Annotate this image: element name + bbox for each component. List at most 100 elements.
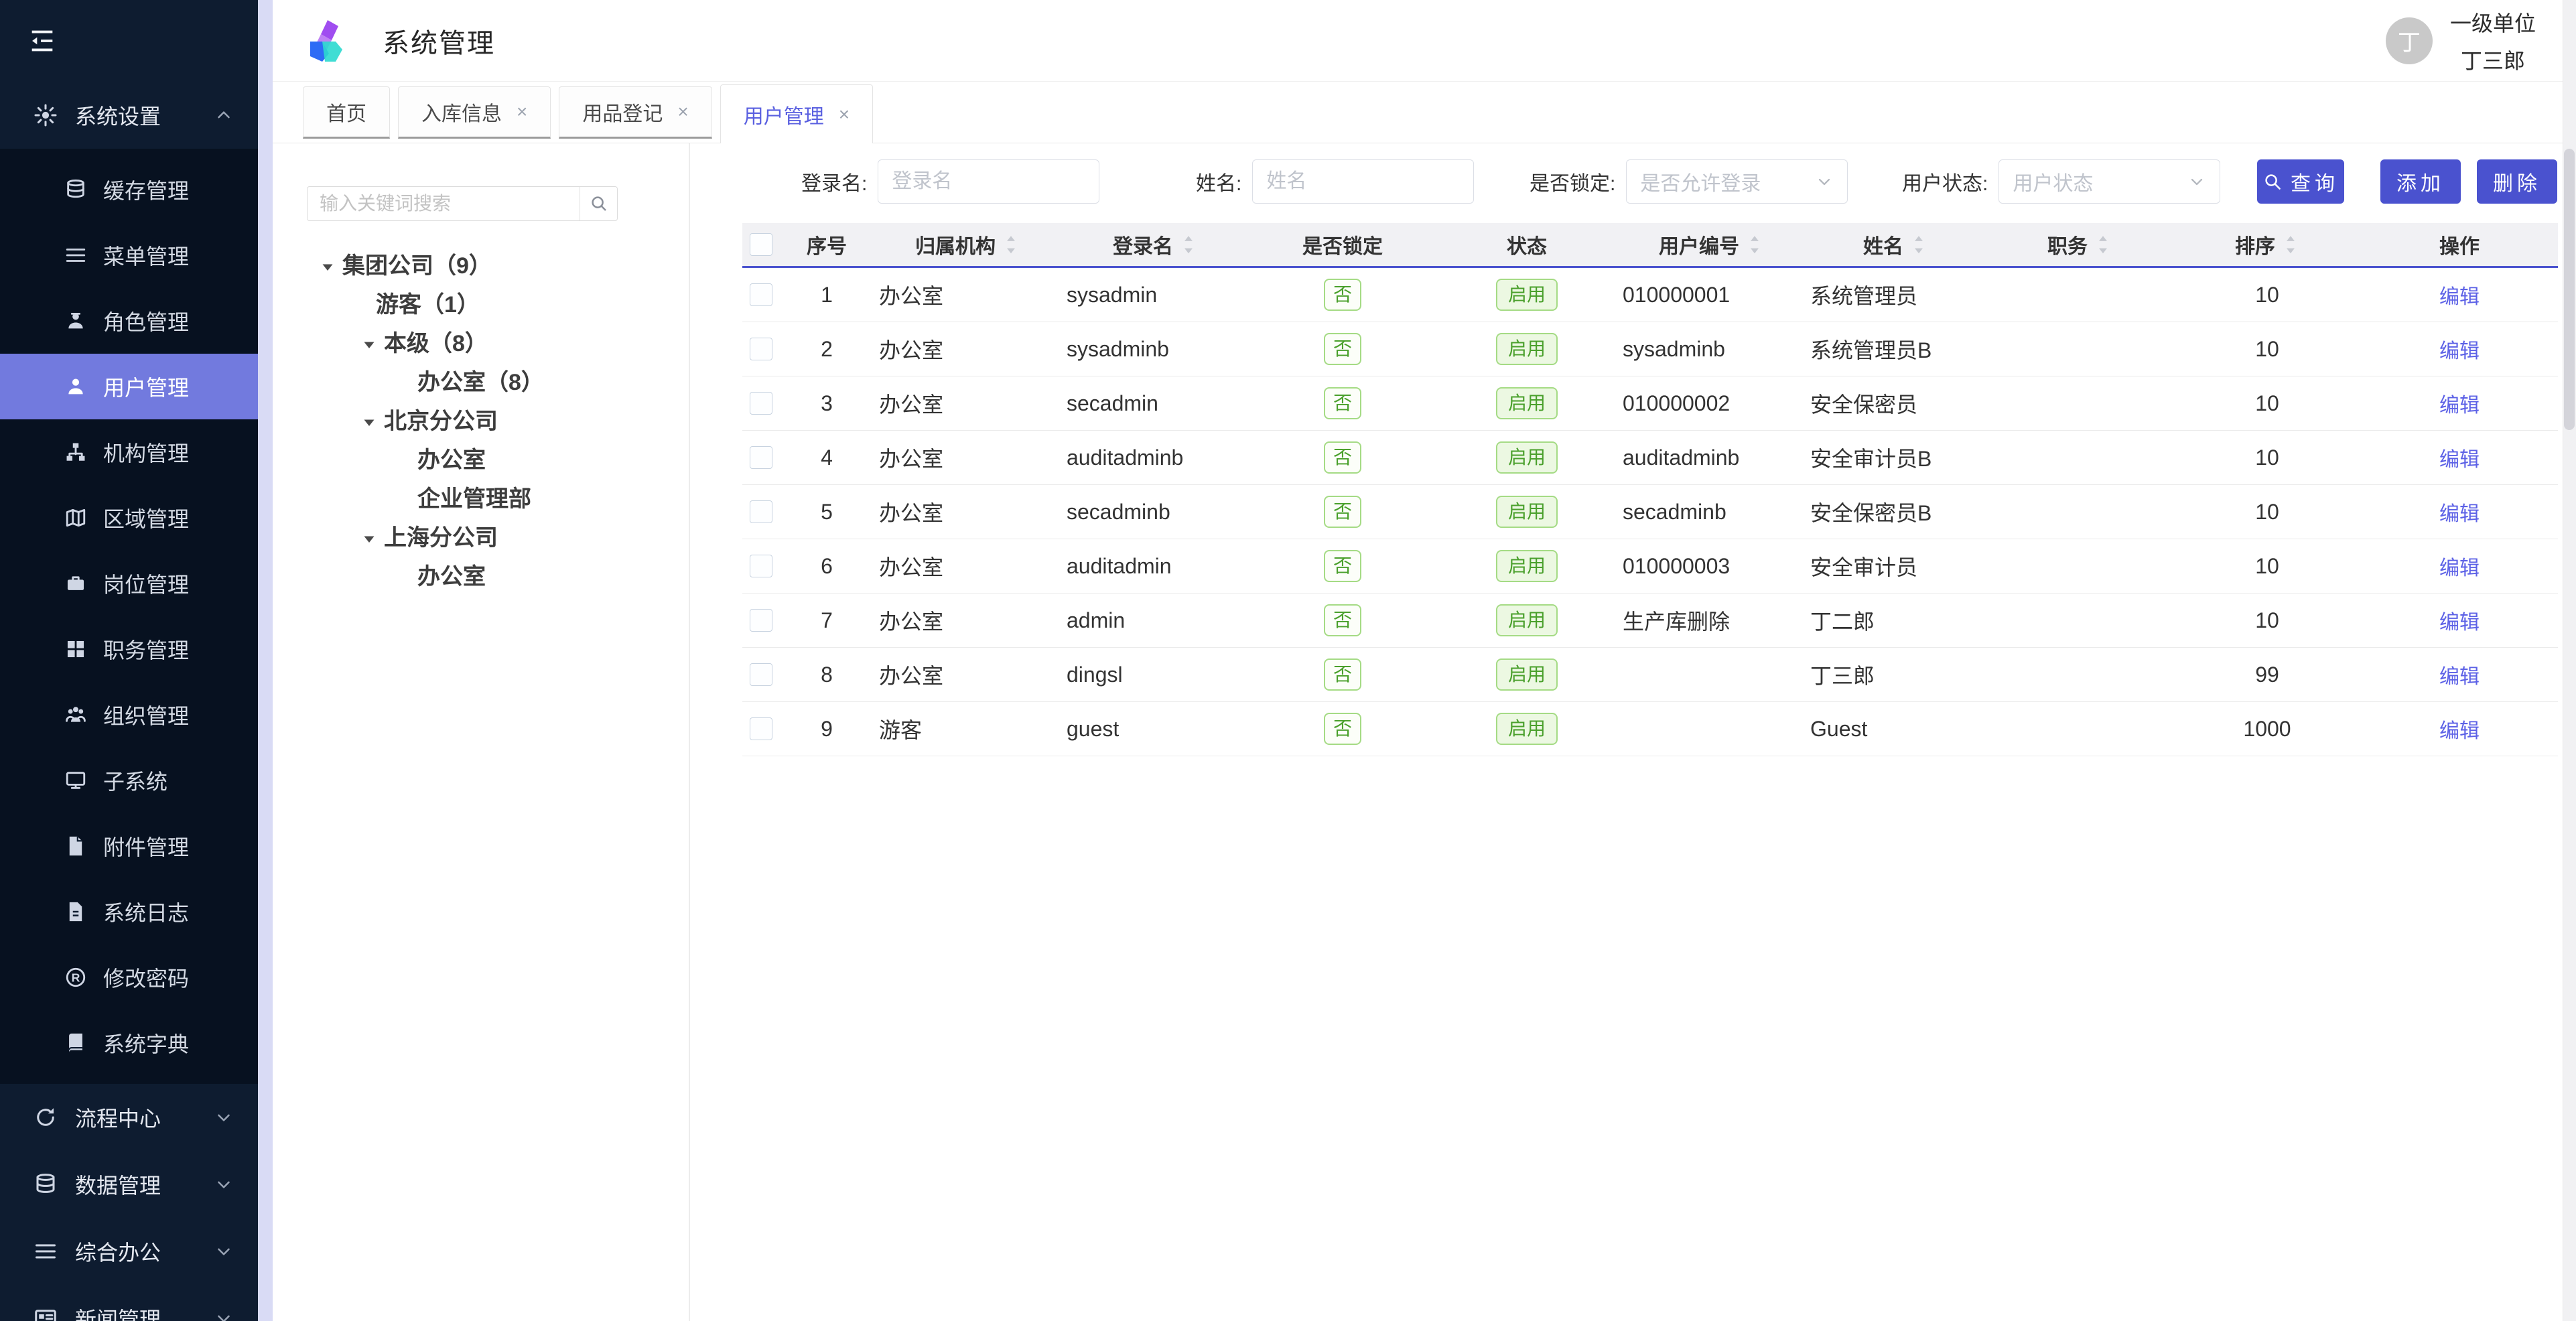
sidebar-section-数据管理[interactable]: 数据管理 <box>0 1151 258 1218</box>
tree-search-button[interactable] <box>580 187 617 220</box>
panel-divider <box>689 143 690 1321</box>
column-header-状态[interactable]: 状态 <box>1436 223 1617 266</box>
edit-link[interactable]: 编辑 <box>2439 334 2480 364</box>
column-header-排序[interactable]: 排序 <box>2173 223 2361 266</box>
sidebar-section-系统设置[interactable]: 系统设置 <box>0 82 258 149</box>
cell-action: 编辑 <box>2361 485 2558 539</box>
sidebar-item-附件管理[interactable]: 附件管理 <box>0 813 258 879</box>
sidebar-section-流程中心[interactable]: 流程中心 <box>0 1084 258 1151</box>
tree-node-集团公司（9）[interactable]: 集团公司（9） <box>273 244 688 283</box>
tab-入库信息[interactable]: 入库信息 × <box>398 86 551 139</box>
tree-node-办公室（8）[interactable]: 办公室（8） <box>273 360 688 399</box>
sidebar-item-岗位管理[interactable]: 岗位管理 <box>0 551 258 616</box>
tab-close-icon[interactable]: × <box>517 101 527 123</box>
sidebar-item-职务管理[interactable]: 职务管理 <box>0 616 258 682</box>
cell-sort: 1000 <box>2173 702 2361 756</box>
edit-link[interactable]: 编辑 <box>2439 551 2480 581</box>
column-header-职务[interactable]: 职务 <box>1986 223 2173 266</box>
cell-user_no: 010000003 <box>1617 539 1805 593</box>
filter-select-用户状态[interactable]: 用户状态 <box>1998 159 2220 204</box>
column-header-序号[interactable]: 序号 <box>780 223 874 266</box>
edit-link[interactable]: 编辑 <box>2439 280 2480 309</box>
sidebar-item-缓存管理[interactable]: 缓存管理 <box>0 157 258 222</box>
删除-button[interactable]: 删除 <box>2477 159 2557 204</box>
cell-status: 启用 <box>1436 539 1617 593</box>
column-header-用户编号[interactable]: 用户编号 <box>1617 223 1805 266</box>
column-header-归属机构[interactable]: 归属机构 <box>874 223 1061 266</box>
filter-input[interactable] <box>1266 170 1460 193</box>
row-checkbox[interactable] <box>750 283 772 306</box>
edit-link[interactable]: 编辑 <box>2439 497 2480 527</box>
添加-button[interactable]: 添加 <box>2380 159 2461 204</box>
cell-user_no: 010000002 <box>1617 376 1805 430</box>
row-checkbox[interactable] <box>750 717 772 740</box>
tab-首页[interactable]: 首页 <box>303 86 390 139</box>
sidebar-item-区域管理[interactable]: 区域管理 <box>0 485 258 551</box>
sidebar-item-用户管理[interactable]: 用户管理 <box>0 354 258 419</box>
row-checkbox[interactable] <box>750 446 772 469</box>
sidebar-item-label: 缓存管理 <box>103 174 189 205</box>
tree-node-办公室[interactable]: 办公室 <box>273 555 688 594</box>
sidebar-scrollbar[interactable] <box>258 0 273 1321</box>
column-header-是否锁定[interactable]: 是否锁定 <box>1249 223 1436 266</box>
tab-label: 入库信息 <box>421 97 502 127</box>
cell-text: Guest <box>1810 717 1867 742</box>
sidebar-item-角色管理[interactable]: 角色管理 <box>0 288 258 354</box>
row-checkbox[interactable] <box>750 663 772 686</box>
edit-link[interactable]: 编辑 <box>2439 660 2480 689</box>
sidebar-item-修改密码[interactable]: R修改密码 <box>0 945 258 1010</box>
user-info[interactable]: 丁 一级单位 丁三郎 <box>2386 7 2536 75</box>
row-checkbox[interactable] <box>750 338 772 360</box>
chevron-down-icon <box>1815 172 1834 191</box>
cell-locked: 否 <box>1249 485 1436 539</box>
sidebar-item-菜单管理[interactable]: 菜单管理 <box>0 222 258 288</box>
edit-link[interactable]: 编辑 <box>2439 443 2480 472</box>
column-header-操作[interactable]: 操作 <box>2361 223 2558 266</box>
collapse-sidebar-icon[interactable] <box>27 25 58 56</box>
select-all-checkbox[interactable] <box>750 233 772 256</box>
filter-select-是否允许登录[interactable]: 是否允许登录 <box>1626 159 1848 204</box>
tree-node-label: 上海分公司 <box>384 519 498 552</box>
cell-text: dingsl <box>1067 663 1123 687</box>
row-checkbox[interactable] <box>750 392 772 415</box>
sidebar-item-label: 角色管理 <box>103 305 189 336</box>
row-checkbox[interactable] <box>750 555 772 577</box>
sidebar-section-综合办公[interactable]: 综合办公 <box>0 1218 258 1285</box>
tab-close-icon[interactable]: × <box>677 101 688 123</box>
status-badge: 启用 <box>1496 387 1558 419</box>
column-header-姓名[interactable]: 姓名 <box>1805 223 1986 266</box>
row-checkbox[interactable] <box>750 500 772 523</box>
sidebar-item-系统日志[interactable]: 系统日志 <box>0 879 258 945</box>
chevron-down-icon <box>214 1308 234 1321</box>
row-checkbox[interactable] <box>750 609 772 632</box>
avatar[interactable]: 丁 <box>2386 17 2433 64</box>
查询-button[interactable]: 查询 <box>2257 159 2344 204</box>
edit-link[interactable]: 编辑 <box>2439 714 2480 744</box>
page-scrollbar-thumb[interactable] <box>2564 149 2575 430</box>
cell-checkbox <box>742 648 780 701</box>
tree-node-游客（1）[interactable]: 游客（1） <box>273 283 688 322</box>
page-scrollbar[interactable] <box>2563 0 2576 1321</box>
tab-用户管理[interactable]: 用户管理× <box>720 84 873 144</box>
tree-node-北京分公司[interactable]: 北京分公司 <box>273 399 688 438</box>
filter-input[interactable] <box>892 170 1085 193</box>
tree-node-本级（8）[interactable]: 本级（8） <box>273 322 688 360</box>
cell-text: 安全审计员 <box>1810 551 1917 581</box>
cell-sort: 10 <box>2173 594 2361 647</box>
tree-node-办公室[interactable]: 办公室 <box>273 438 688 477</box>
sidebar-item-子系统[interactable]: 子系统 <box>0 748 258 813</box>
tree-search-input[interactable] <box>308 187 580 220</box>
sidebar-item-组织管理[interactable]: 组织管理 <box>0 682 258 748</box>
tab-用品登记[interactable]: 用品登记× <box>559 86 711 139</box>
tree-node-企业管理部[interactable]: 企业管理部 <box>273 477 688 516</box>
edit-link[interactable]: 编辑 <box>2439 389 2480 418</box>
cell-duty <box>1986 485 2173 539</box>
sidebar-section-新闻管理[interactable]: 新闻管理 <box>0 1285 258 1321</box>
column-header-登录名[interactable]: 登录名 <box>1061 223 1249 266</box>
tree-node-上海分公司[interactable]: 上海分公司 <box>273 516 688 555</box>
edit-link[interactable]: 编辑 <box>2439 606 2480 635</box>
cell-status: 启用 <box>1436 431 1617 484</box>
sidebar-item-机构管理[interactable]: 机构管理 <box>0 419 258 485</box>
sidebar-item-系统字典[interactable]: 系统字典 <box>0 1010 258 1076</box>
tab-close-icon[interactable]: × <box>839 104 850 125</box>
